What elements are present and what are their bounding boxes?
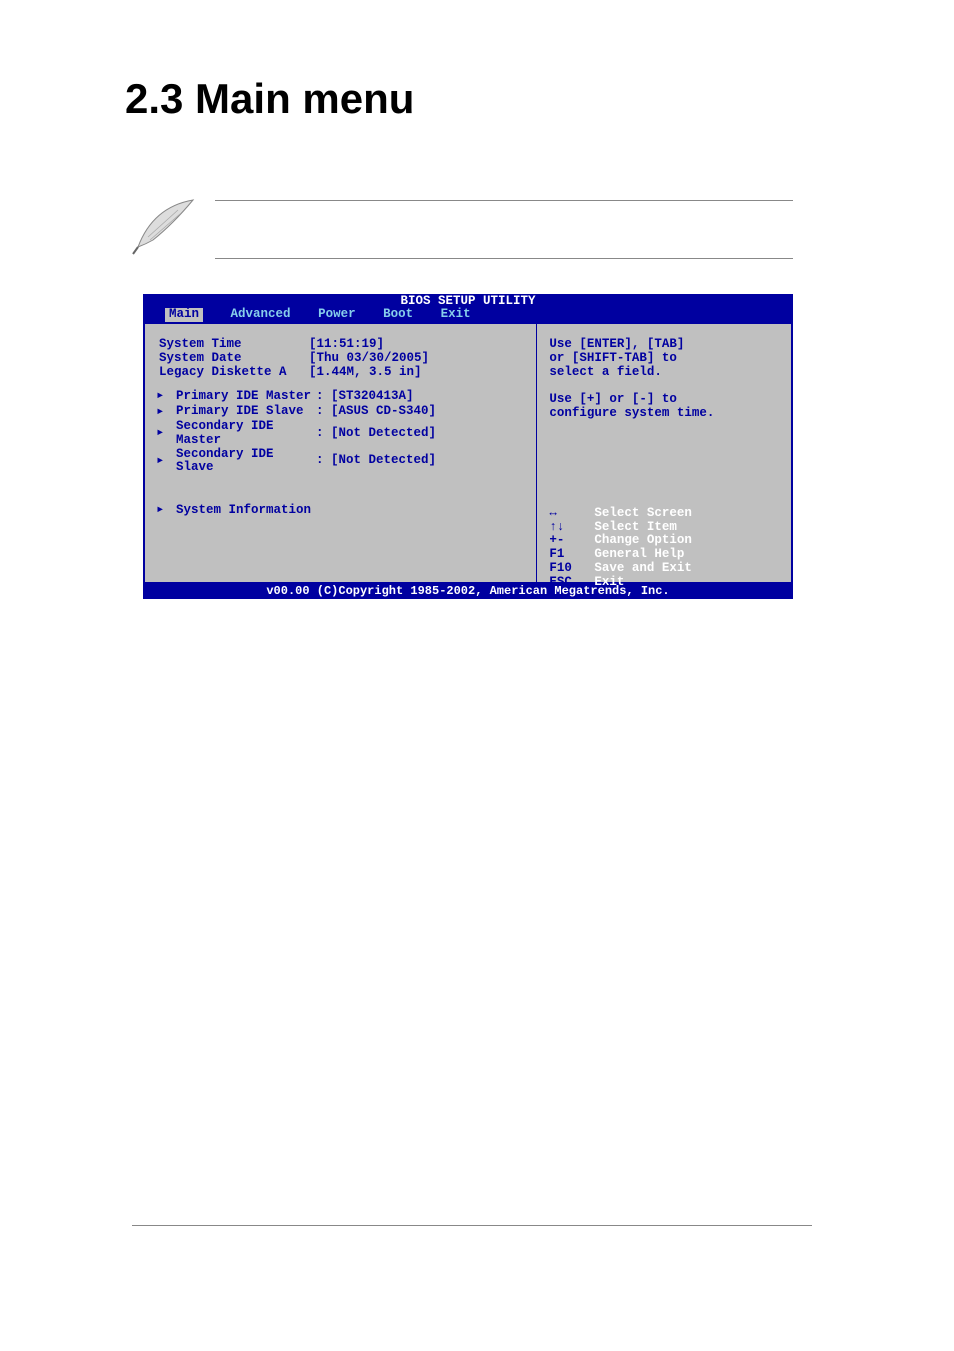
arrow-icon: ▸ <box>156 454 168 469</box>
divider-bottom <box>215 258 793 259</box>
page-title: 2.3 Main menu <box>125 75 414 123</box>
system-date-value[interactable]: [Thu 03/30/2005] <box>309 352 429 366</box>
submenu-secondary-ide-slave[interactable]: ▸ Secondary IDE Slave : [Not Detected] <box>159 448 526 476</box>
action-select-item: Select Item <box>594 521 677 535</box>
action-select-screen: Select Screen <box>594 507 692 521</box>
help-key-row: ↔ Select Screen <box>549 507 779 521</box>
divider-top <box>215 200 793 201</box>
menu-tab-advanced[interactable]: Advanced <box>231 308 291 322</box>
page-footer-divider <box>132 1225 812 1226</box>
field-legacy-diskette[interactable]: Legacy Diskette A [1.44M, 3.5 in] <box>159 366 526 380</box>
bios-screen: BIOS SETUP UTILITY Main Advanced Power B… <box>143 294 793 599</box>
primary-ide-slave-value: : [ASUS CD-S340] <box>316 405 436 419</box>
feather-note-icon <box>128 192 208 262</box>
action-change-option: Change Option <box>594 534 692 548</box>
menu-tab-exit[interactable]: Exit <box>441 308 471 322</box>
action-general-help: General Help <box>594 548 684 562</box>
help-key-row: F10 Save and Exit <box>549 562 779 576</box>
help-text-line: configure system time. <box>549 407 779 421</box>
key-esc: ESC <box>549 576 594 590</box>
submenu-system-information[interactable]: ▸ System Information <box>159 503 526 518</box>
key-f10: F10 <box>549 562 594 576</box>
key-f1: F1 <box>549 548 594 562</box>
secondary-ide-slave-value: : [Not Detected] <box>316 454 436 468</box>
system-date-label: System Date <box>159 352 309 366</box>
primary-ide-master-label: Primary IDE Master <box>176 390 316 404</box>
system-time-value[interactable]: [11:51:19] <box>309 338 384 352</box>
bios-menu-bar: Main Advanced Power Boot Exit <box>143 308 793 324</box>
primary-ide-master-value: : [ST320413A] <box>316 390 414 404</box>
key-plus-minus: +- <box>549 534 594 548</box>
system-information-label: System Information <box>176 504 316 518</box>
key-left-right: ↔ <box>549 507 594 521</box>
help-key-row: ↑↓ Select Item <box>549 521 779 535</box>
help-key-row: ESC Exit <box>549 576 779 590</box>
field-system-time[interactable]: System Time [11:51:19] <box>159 338 526 352</box>
system-time-label: System Time <box>159 338 309 352</box>
help-keys: ↔ Select Screen ↑↓ Select Item +- Change… <box>549 507 779 590</box>
key-up-down: ↑↓ <box>549 521 594 535</box>
menu-tab-main[interactable]: Main <box>165 308 203 322</box>
menu-tab-boot[interactable]: Boot <box>383 308 413 322</box>
field-system-date[interactable]: System Date [Thu 03/30/2005] <box>159 352 526 366</box>
submenu-primary-ide-slave[interactable]: ▸ Primary IDE Slave : [ASUS CD-S340] <box>159 405 526 420</box>
arrow-icon: ▸ <box>156 503 168 518</box>
secondary-ide-master-label: Secondary IDE Master <box>176 420 316 448</box>
arrow-icon: ▸ <box>156 426 168 441</box>
secondary-ide-slave-label: Secondary IDE Slave <box>176 448 316 476</box>
help-text-line: or [SHIFT-TAB] to <box>549 352 779 366</box>
arrow-icon: ▸ <box>156 389 168 404</box>
bios-title-bar: BIOS SETUP UTILITY <box>143 294 793 308</box>
arrow-icon: ▸ <box>156 405 168 420</box>
help-text-line: select a field. <box>549 366 779 380</box>
help-text-line: Use [+] or [-] to <box>549 393 779 407</box>
menu-tab-power[interactable]: Power <box>318 308 356 322</box>
submenu-secondary-ide-master[interactable]: ▸ Secondary IDE Master : [Not Detected] <box>159 420 526 448</box>
action-exit: Exit <box>594 576 624 590</box>
legacy-diskette-label: Legacy Diskette A <box>159 366 309 380</box>
bios-body: System Time [11:51:19] System Date [Thu … <box>143 324 793 584</box>
help-text-line: Use [ENTER], [TAB] <box>549 338 779 352</box>
secondary-ide-master-value: : [Not Detected] <box>316 427 436 441</box>
action-save-exit: Save and Exit <box>594 562 692 576</box>
submenu-primary-ide-master[interactable]: ▸ Primary IDE Master : [ST320413A] <box>159 389 526 404</box>
help-key-row: F1 General Help <box>549 548 779 562</box>
bios-left-panel: System Time [11:51:19] System Date [Thu … <box>145 324 537 582</box>
legacy-diskette-value[interactable]: [1.44M, 3.5 in] <box>309 366 422 380</box>
help-key-row: +- Change Option <box>549 534 779 548</box>
primary-ide-slave-label: Primary IDE Slave <box>176 405 316 419</box>
bios-right-panel: Use [ENTER], [TAB] or [SHIFT-TAB] to sel… <box>537 324 791 582</box>
